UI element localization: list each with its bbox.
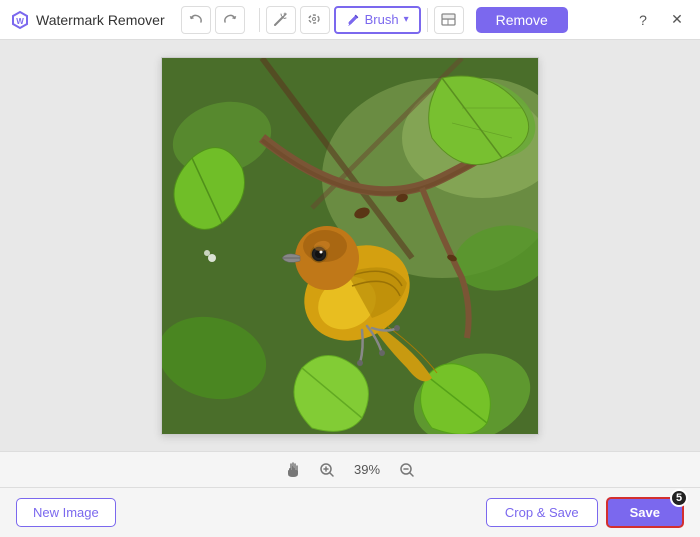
close-button[interactable]: ✕ [664,7,690,33]
zoom-bar: 39% [0,451,700,487]
brush-button[interactable]: Brush ▾ [334,6,421,34]
toolbar-divider2 [427,8,428,32]
app-logo-icon: W [10,10,30,30]
magic-wand-button[interactable] [266,6,296,34]
redo-button[interactable] [215,6,245,34]
zoom-in-button[interactable] [315,458,339,482]
action-bar: New Image Crop & Save 5 Save [0,487,700,537]
save-wrapper: 5 Save [606,497,684,528]
main-canvas-area [0,40,700,451]
toolbar-tools: Brush ▾ [266,6,421,34]
image-canvas [161,57,539,435]
save-badge: 5 [670,489,688,507]
lasso-button[interactable] [300,6,330,34]
undo-redo-group [181,6,245,34]
action-bar-right: Crop & Save 5 Save [486,497,684,528]
zoom-level: 39% [349,462,385,477]
remove-button[interactable]: Remove [476,7,568,33]
zoom-out-button[interactable] [395,458,419,482]
app-title: Watermark Remover [36,12,165,28]
svg-text:W: W [16,17,24,26]
brush-label: Brush [365,12,399,27]
crop-save-button[interactable]: Crop & Save [486,498,598,527]
new-image-button[interactable]: New Image [16,498,116,527]
titlebar: W Watermark Remover [0,0,700,40]
eraser-button[interactable] [434,6,464,34]
help-button[interactable]: ? [630,7,656,33]
undo-button[interactable] [181,6,211,34]
brush-icon [346,13,360,27]
hand-tool-button[interactable] [281,458,305,482]
window-controls: ? ✕ [630,7,690,33]
toolbar-divider [259,8,260,32]
brush-dropdown-icon: ▾ [404,14,409,25]
